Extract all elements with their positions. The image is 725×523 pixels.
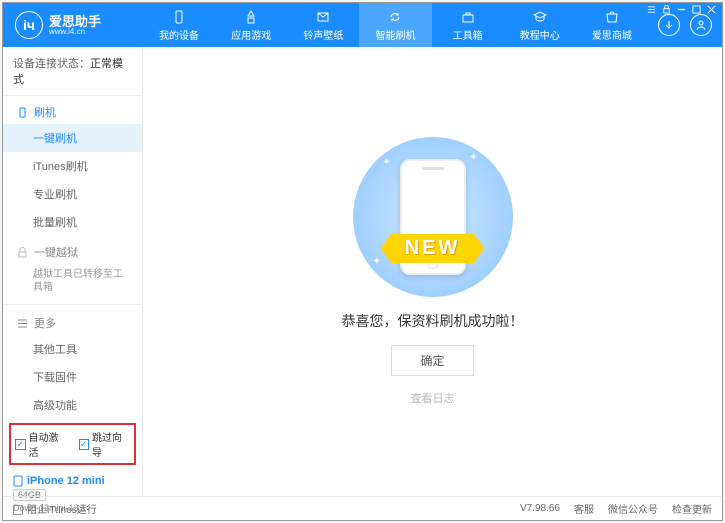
close-icon[interactable] xyxy=(707,5,716,14)
sidebar-group-jailbreak: 一键越狱 xyxy=(3,236,142,264)
sparkle-icon: ✦ xyxy=(383,157,391,168)
sparkle-icon: ✦ xyxy=(469,152,477,163)
maximize-icon[interactable] xyxy=(692,5,701,14)
store-icon xyxy=(604,9,620,25)
lock-icon[interactable] xyxy=(662,5,671,14)
sidebar-item-batch[interactable]: 批量刷机 xyxy=(3,208,142,236)
app-name: 爱思助手 xyxy=(49,15,101,28)
graduation-icon xyxy=(532,9,548,25)
main-panel: ✦ ✦ ✦ NEW 恭喜您，保资料刷机成功啦！ 确定 查看日志 xyxy=(143,47,722,496)
app-url: www.i4.cn xyxy=(49,28,101,36)
sidebar-item-download[interactable]: 下载固件 xyxy=(3,363,142,391)
refresh-icon xyxy=(387,9,403,25)
checkbox-icon xyxy=(13,505,23,515)
nav-store[interactable]: 爱思商城 xyxy=(576,3,648,47)
sidebar-item-oneclick[interactable]: 一键刷机 xyxy=(3,124,142,152)
sidebar-item-othertools[interactable]: 其他工具 xyxy=(3,335,142,363)
sidebar-group-flash[interactable]: 刷机 xyxy=(3,96,142,124)
titlebar: iч 爱思助手 www.i4.cn 我的设备 应用游戏 铃声壁纸 智能刷机 工具… xyxy=(3,3,722,47)
nav-tutorials[interactable]: 教程中心 xyxy=(504,3,576,47)
phone-icon xyxy=(171,9,187,25)
checkbox-icon: ✓ xyxy=(79,439,90,450)
download-button[interactable] xyxy=(658,14,680,36)
customer-service-link[interactable]: 客服 xyxy=(574,501,594,516)
nav-toolbox[interactable]: 工具箱 xyxy=(432,3,504,47)
block-itunes-checkbox[interactable]: 阻止iTunes运行 xyxy=(13,501,97,516)
lock-icon xyxy=(17,247,28,258)
menu-icon[interactable] xyxy=(647,5,656,14)
phone-icon xyxy=(17,107,28,118)
options-box: ✓自动激活 ✓跳过向导 xyxy=(9,423,136,465)
checkbox-auto-activate[interactable]: ✓自动激活 xyxy=(15,429,67,459)
nav-ringtones[interactable]: 铃声壁纸 xyxy=(287,3,359,47)
device-name: iPhone 12 mini xyxy=(13,475,132,487)
sidebar-item-itunes[interactable]: iTunes刷机 xyxy=(3,152,142,180)
success-message: 恭喜您，保资料刷机成功啦！ xyxy=(342,311,524,331)
checkbox-icon: ✓ xyxy=(15,439,26,450)
footer: 阻止iTunes运行 V7.98.66 客服 微信公众号 检查更新 xyxy=(3,496,722,520)
success-illustration: ✦ ✦ ✦ NEW xyxy=(353,137,513,297)
logo: iч 爱思助手 www.i4.cn xyxy=(3,3,143,47)
phone-icon xyxy=(13,475,23,487)
sidebar-group-more[interactable]: 更多 xyxy=(3,307,142,335)
body: 设备连接状态：正常模式 刷机 一键刷机 iTunes刷机 专业刷机 批量刷机 一… xyxy=(3,47,722,496)
sidebar-item-pro[interactable]: 专业刷机 xyxy=(3,180,142,208)
check-update-link[interactable]: 检查更新 xyxy=(672,501,712,516)
view-log-link[interactable]: 查看日志 xyxy=(411,390,455,406)
minimize-icon[interactable] xyxy=(677,5,686,14)
version-label: V7.98.66 xyxy=(520,503,560,514)
wallpaper-icon xyxy=(315,9,331,25)
checkbox-skip-guide[interactable]: ✓跳过向导 xyxy=(79,429,131,459)
sidebar-item-advanced[interactable]: 高级功能 xyxy=(3,391,142,419)
user-button[interactable] xyxy=(690,14,712,36)
jailbreak-note: 越狱工具已转移至工具箱 xyxy=(3,264,142,302)
toolbox-icon xyxy=(460,9,476,25)
new-ribbon: NEW xyxy=(381,234,485,263)
connection-status: 设备连接状态：正常模式 xyxy=(3,47,142,96)
sidebar: 设备连接状态：正常模式 刷机 一键刷机 iTunes刷机 专业刷机 批量刷机 一… xyxy=(3,47,143,496)
ok-button[interactable]: 确定 xyxy=(391,345,473,376)
app-window: iч 爱思助手 www.i4.cn 我的设备 应用游戏 铃声壁纸 智能刷机 工具… xyxy=(2,2,723,521)
main-nav: 我的设备 应用游戏 铃声壁纸 智能刷机 工具箱 教程中心 爱思商城 xyxy=(143,3,648,47)
wechat-link[interactable]: 微信公众号 xyxy=(608,501,658,516)
nav-apps[interactable]: 应用游戏 xyxy=(215,3,287,47)
nav-my-device[interactable]: 我的设备 xyxy=(143,3,215,47)
window-controls xyxy=(647,5,716,14)
logo-icon: iч xyxy=(15,11,43,39)
menu-icon xyxy=(17,318,28,329)
apps-icon xyxy=(243,9,259,25)
sparkle-icon: ✦ xyxy=(373,256,381,267)
divider xyxy=(3,304,142,305)
nav-flash[interactable]: 智能刷机 xyxy=(359,3,431,47)
